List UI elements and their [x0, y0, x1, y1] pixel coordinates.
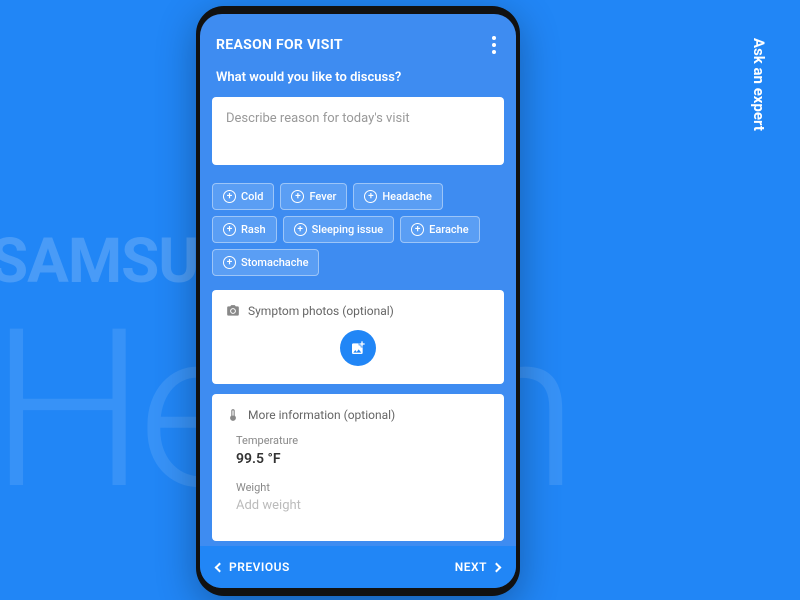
plus-icon: +	[364, 190, 377, 203]
plus-icon: +	[291, 190, 304, 203]
content-scroll[interactable]: What would you like to discuss? + Cold + Fe…	[200, 70, 516, 546]
temperature-label: Temperature	[236, 434, 490, 447]
reason-input[interactable]	[212, 97, 504, 165]
photos-card: Symptom photos (optional)	[212, 290, 504, 384]
plus-icon: +	[294, 223, 307, 236]
symptom-chip-cold[interactable]: + Cold	[212, 183, 274, 210]
symptom-chip-rash[interactable]: + Rash	[212, 216, 277, 243]
question-prompt: What would you like to discuss?	[212, 70, 504, 85]
chip-label: Fever	[309, 190, 336, 203]
chip-label: Earache	[429, 223, 469, 236]
app-header: REASON FOR VISIT	[200, 14, 516, 70]
weight-label: Weight	[236, 481, 490, 494]
chip-label: Cold	[241, 190, 263, 203]
plus-icon: +	[223, 190, 236, 203]
plus-icon: +	[411, 223, 424, 236]
thermometer-icon	[226, 408, 240, 422]
symptom-chip-headache[interactable]: + Headache	[353, 183, 443, 210]
chip-label: Sleeping issue	[312, 223, 383, 236]
ask-expert-label: Ask an expert	[750, 38, 768, 131]
phone-frame: REASON FOR VISIT What would you like to …	[196, 6, 520, 596]
footer-nav: PREVIOUS NEXT	[200, 546, 516, 588]
phone-screen: REASON FOR VISIT What would you like to …	[200, 14, 516, 588]
overflow-menu-icon[interactable]	[488, 32, 500, 58]
photos-title: Symptom photos (optional)	[248, 304, 394, 318]
symptom-chips: + Cold + Fever + Headache + Rash + Sleeping issue…	[212, 183, 504, 276]
chevron-right-icon	[492, 562, 502, 572]
next-label: NEXT	[455, 560, 487, 574]
previous-label: PREVIOUS	[229, 560, 290, 574]
temperature-row[interactable]: Temperature 99.5 °F	[226, 434, 490, 467]
chip-label: Stomachache	[241, 256, 308, 269]
add-photo-icon	[350, 340, 366, 356]
camera-icon	[226, 304, 240, 318]
plus-icon: +	[223, 223, 236, 236]
chevron-left-icon	[215, 562, 225, 572]
symptom-chip-fever[interactable]: + Fever	[280, 183, 347, 210]
symptom-chip-earache[interactable]: + Earache	[400, 216, 480, 243]
weight-row[interactable]: Weight Add weight	[226, 481, 490, 513]
add-photo-button[interactable]	[340, 330, 376, 366]
plus-icon: +	[223, 256, 236, 269]
chip-label: Rash	[241, 223, 266, 236]
info-card: More information (optional) Temperature …	[212, 394, 504, 541]
next-button[interactable]: NEXT	[455, 560, 500, 574]
page-title: REASON FOR VISIT	[216, 37, 343, 53]
info-title: More information (optional)	[248, 408, 395, 422]
symptom-chip-stomachache[interactable]: + Stomachache	[212, 249, 319, 276]
previous-button[interactable]: PREVIOUS	[216, 560, 290, 574]
symptom-chip-sleeping-issue[interactable]: + Sleeping issue	[283, 216, 394, 243]
chip-label: Headache	[382, 190, 432, 203]
weight-placeholder: Add weight	[236, 498, 490, 513]
temperature-value: 99.5 °F	[236, 451, 490, 467]
